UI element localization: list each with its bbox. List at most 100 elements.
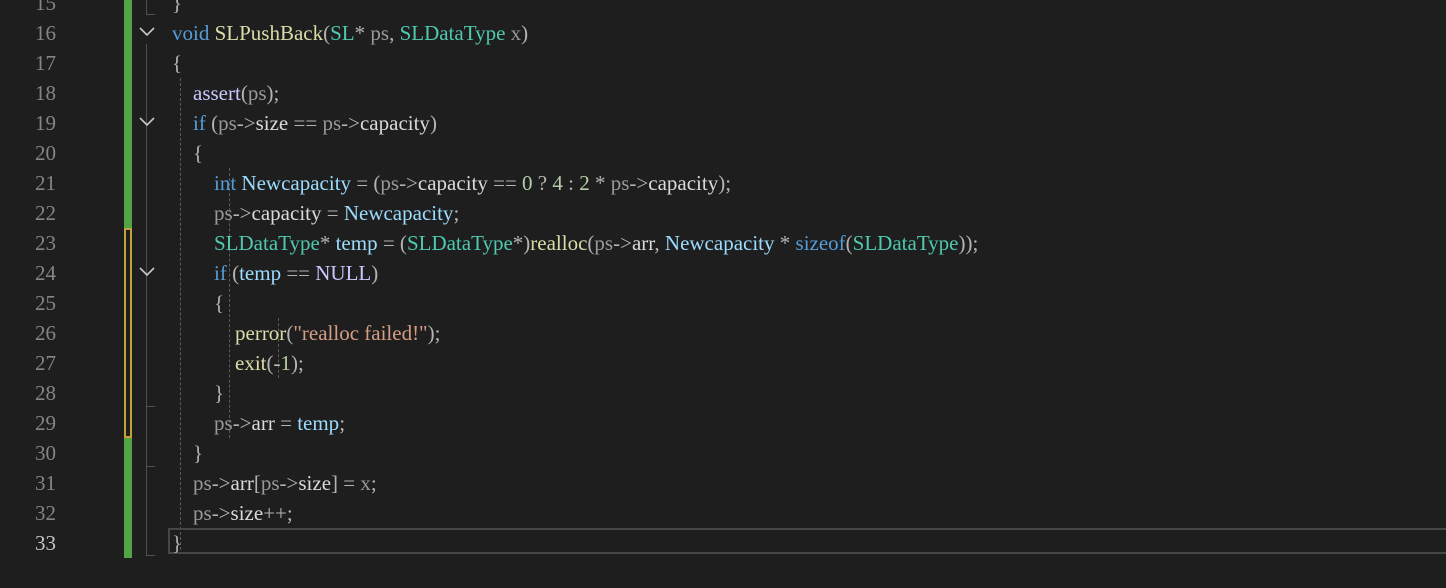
code-token: Newcapacity bbox=[664, 231, 775, 255]
code-token: *) bbox=[512, 231, 531, 255]
saved-change-indicator bbox=[124, 438, 132, 558]
code-token: = bbox=[321, 201, 344, 225]
code-token: 0 bbox=[522, 171, 533, 195]
code-token: "realloc failed!" bbox=[293, 321, 428, 345]
code-token: temp bbox=[297, 411, 340, 435]
line-number: 18 bbox=[35, 81, 56, 105]
code-token: -> bbox=[211, 501, 231, 525]
code-token: ( bbox=[240, 81, 248, 105]
code-token: } bbox=[193, 441, 204, 465]
code-line[interactable]: if (ps->size == ps->capacity) bbox=[172, 108, 437, 138]
line-number: 32 bbox=[35, 501, 56, 525]
code-editor[interactable]: 15 16 17 18 19 20 21 22 23 24 25 26 27 2… bbox=[0, 0, 1446, 588]
code-token: ps bbox=[247, 81, 267, 105]
code-line[interactable]: ps->size++; bbox=[172, 498, 293, 528]
code-token: perror bbox=[235, 321, 287, 345]
code-token: ); bbox=[266, 81, 280, 105]
code-token: 4 bbox=[552, 171, 563, 195]
code-line[interactable]: void SLPushBack(SL* ps, SLDataType x) bbox=[172, 18, 528, 48]
code-token: ++; bbox=[263, 501, 293, 525]
code-line[interactable]: SLDataType* temp = (SLDataType*)realloc(… bbox=[172, 228, 978, 258]
code-token: SLDataType bbox=[852, 231, 959, 255]
current-line-number: 33 bbox=[35, 531, 56, 555]
line-number: 25 bbox=[35, 291, 56, 315]
code-token: ] = bbox=[331, 471, 361, 495]
code-token: exit bbox=[235, 351, 267, 375]
code-token: ps bbox=[193, 501, 212, 525]
code-token: ) bbox=[429, 111, 437, 135]
code-token: size bbox=[230, 501, 264, 525]
line-number: 31 bbox=[35, 471, 56, 495]
fold-chevron-down-icon[interactable] bbox=[138, 113, 156, 131]
saved-change-indicator bbox=[124, 0, 132, 228]
code-token: * bbox=[589, 171, 611, 195]
code-line[interactable]: exit(-1); bbox=[172, 348, 304, 378]
code-token: realloc bbox=[530, 231, 588, 255]
code-line[interactable]: { bbox=[172, 48, 182, 78]
code-token: capacity bbox=[417, 171, 488, 195]
code-line[interactable]: } bbox=[172, 0, 182, 18]
code-token: : bbox=[562, 171, 580, 195]
code-token: ps bbox=[594, 231, 614, 255]
line-number: 29 bbox=[35, 411, 56, 435]
code-token: ( bbox=[205, 111, 219, 135]
code-token: == bbox=[288, 111, 323, 135]
fold-chevron-down-icon[interactable] bbox=[138, 263, 156, 281]
fold-chevron-down-icon[interactable] bbox=[138, 23, 156, 41]
line-number: 20 bbox=[35, 141, 56, 165]
line-number: 22 bbox=[35, 201, 56, 225]
line-number: 27 bbox=[35, 351, 56, 375]
line-number: 28 bbox=[35, 381, 56, 405]
code-token: -1 bbox=[273, 351, 292, 375]
code-token: ( bbox=[226, 261, 240, 285]
line-number: 30 bbox=[35, 441, 56, 465]
code-line[interactable]: int Newcapacity = (ps->capacity == 0 ? 4… bbox=[172, 168, 731, 198]
code-line[interactable]: { bbox=[172, 288, 224, 318]
code-token: x bbox=[360, 471, 371, 495]
code-line[interactable]: ps->arr = temp; bbox=[172, 408, 345, 438]
code-token: ; bbox=[339, 411, 346, 435]
fold-region-end bbox=[146, 406, 155, 407]
code-line[interactable]: } bbox=[172, 438, 203, 468]
code-token: = ( bbox=[351, 171, 381, 195]
code-line[interactable]: } bbox=[172, 378, 224, 408]
code-token: ( bbox=[845, 231, 853, 255]
code-token: ); bbox=[718, 171, 732, 195]
code-token: { bbox=[193, 141, 204, 165]
code-token: ps bbox=[193, 471, 212, 495]
code-token: ps bbox=[218, 111, 237, 135]
code-line[interactable]: } bbox=[172, 528, 182, 558]
code-token: if bbox=[214, 261, 227, 285]
code-token: [ bbox=[253, 471, 261, 495]
line-number: 26 bbox=[35, 321, 56, 345]
code-token: , bbox=[654, 231, 665, 255]
code-token: * bbox=[354, 21, 371, 45]
code-token: )); bbox=[958, 231, 979, 255]
code-token: ps bbox=[370, 21, 390, 45]
code-token: ps bbox=[322, 111, 342, 135]
code-token: assert bbox=[193, 81, 241, 105]
code-line[interactable]: perror("realloc failed!"); bbox=[172, 318, 440, 348]
code-token: = bbox=[274, 411, 298, 435]
code-line[interactable]: ps->arr[ps->size] = x; bbox=[172, 468, 377, 498]
code-token: { bbox=[214, 291, 225, 315]
code-line[interactable]: { bbox=[172, 138, 203, 168]
code-line[interactable]: assert(ps); bbox=[172, 78, 279, 108]
code-token: -> bbox=[236, 111, 256, 135]
code-token: arr bbox=[251, 411, 275, 435]
code-line[interactable]: if (temp == NULL) bbox=[172, 258, 378, 288]
code-token: SL bbox=[330, 21, 355, 45]
code-line[interactable]: ps->capacity = Newcapacity; bbox=[172, 198, 459, 228]
code-token: SLDataType bbox=[399, 21, 506, 45]
code-token: ; bbox=[453, 201, 460, 225]
code-token: SLPushBack bbox=[214, 21, 324, 45]
code-token: int bbox=[214, 171, 237, 195]
